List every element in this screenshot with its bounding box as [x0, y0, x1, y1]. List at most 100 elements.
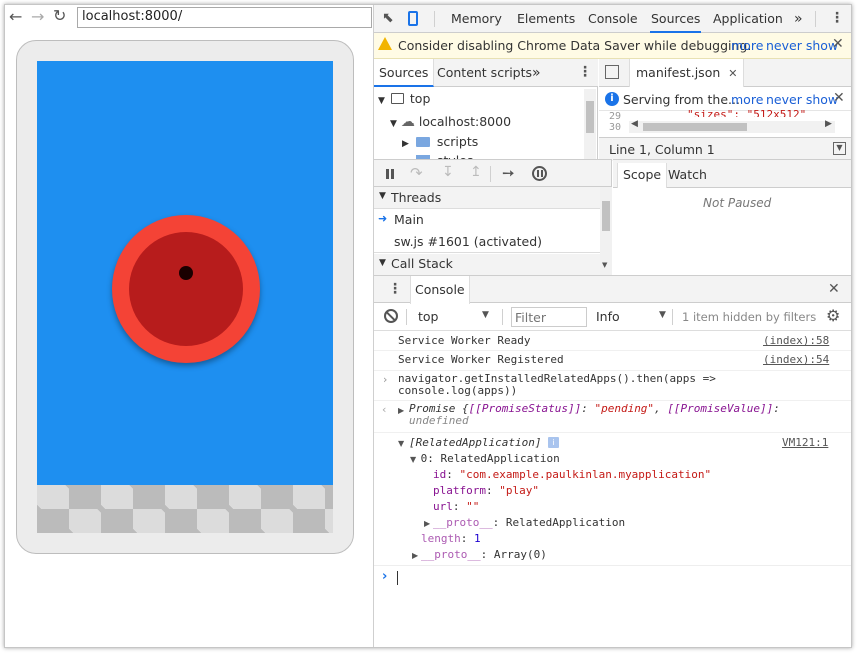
prop-proto-2[interactable]: __proto__: Array(0): [421, 548, 547, 561]
tab-sources[interactable]: Sources: [650, 5, 702, 33]
navigator-scrollbar[interactable]: [584, 89, 596, 159]
console-output: Service Worker Ready (index):58 Service …: [374, 331, 851, 647]
forward-icon[interactable]: →: [31, 7, 44, 26]
tab-elements[interactable]: Elements: [517, 5, 575, 33]
collapse-icon[interactable]: ▼: [398, 439, 404, 448]
message-source-link[interactable]: (index):58: [763, 334, 829, 347]
tab-watch[interactable]: Watch: [668, 163, 707, 187]
editor-infobar: i Serving from the... more never show ✕: [599, 87, 851, 111]
input-chevron-icon: ›: [383, 373, 388, 386]
kebab-menu-icon[interactable]: ⋮: [830, 10, 844, 26]
tab-scope[interactable]: Scope: [617, 163, 668, 188]
tree-top[interactable]: ▼ top: [378, 91, 430, 106]
navigator-tabs: Sources Content scripts » ⋮: [374, 59, 598, 87]
item-0-label[interactable]: 00: RelatedApplication: [420, 452, 560, 465]
back-icon[interactable]: ←: [9, 7, 22, 26]
horizontal-scrollbar[interactable]: ◀ ▶: [629, 119, 835, 133]
sidebar-sections: ▼ Threads ➜ Main sw.js #1601 (activated)…: [374, 187, 612, 275]
record-button-disc: [129, 232, 243, 346]
thread-main[interactable]: ➜ Main: [374, 209, 600, 231]
threads-header[interactable]: ▼ Threads: [374, 187, 600, 209]
level-selector[interactable]: Info: [596, 309, 620, 324]
tree-top-label: top: [409, 91, 431, 106]
tab-sources-nav[interactable]: Sources: [374, 59, 435, 87]
level-dropdown-icon[interactable]: ▼: [659, 310, 666, 320]
tree-scripts[interactable]: ▶ scripts: [402, 134, 478, 149]
close-icon[interactable]: ✕: [832, 36, 844, 52]
tree-host-label: localhost:8000: [418, 114, 512, 129]
reload-icon[interactable]: ↻: [53, 6, 66, 25]
result-chevron-icon: ‹: [382, 403, 387, 416]
filter-input[interactable]: [511, 307, 587, 327]
device-toolbar-icon[interactable]: [408, 11, 418, 26]
call-stack-header[interactable]: ▼ Call Stack: [374, 254, 600, 275]
tree-host[interactable]: ▼ ☁ localhost:8000: [390, 114, 511, 130]
tab-console[interactable]: Console: [588, 5, 638, 33]
warning-never-show-link[interactable]: never show: [766, 38, 838, 53]
prop-length: length: 1: [421, 532, 481, 545]
coverage-icon[interactable]: ▼: [833, 142, 846, 155]
browser-toolbar: ← → ↻ localhost:8000/: [5, 5, 373, 31]
warning-more-link[interactable]: more: [731, 38, 763, 53]
editor-pane: manifest.json ✕ i Serving from the... mo…: [599, 59, 851, 161]
console-prompt[interactable]: ›: [374, 567, 851, 589]
tab-manifest-json[interactable]: manifest.json ✕: [629, 59, 745, 87]
address-bar[interactable]: localhost:8000/: [77, 7, 372, 28]
step-into-icon[interactable]: ↧: [442, 164, 454, 180]
array-label[interactable]: [RelatedApplication]: [409, 436, 541, 449]
console-toolbar: top ▼ Info ▼ 1 item hidden by filters ⚙: [374, 303, 851, 331]
message-source-link[interactable]: (index):54: [763, 353, 829, 366]
array-source-link[interactable]: VM121:1: [782, 436, 828, 449]
step-over-icon[interactable]: ↷: [410, 164, 423, 182]
expand-icon[interactable]: ▶: [398, 406, 404, 415]
settings-gear-icon[interactable]: ⚙: [826, 306, 840, 325]
thread-sw[interactable]: sw.js #1601 (activated): [374, 231, 600, 253]
tab-application[interactable]: Application: [713, 5, 783, 33]
tab-memory[interactable]: Memory: [451, 5, 502, 33]
drawer-tab-console[interactable]: Console: [410, 276, 470, 304]
tab-content-scripts[interactable]: Content scripts: [437, 59, 532, 87]
not-paused-label: Not Paused: [703, 196, 772, 210]
pause-icon[interactable]: [391, 169, 394, 179]
step-out-icon[interactable]: ↥: [470, 164, 482, 180]
info-never-show-link[interactable]: never show: [766, 92, 838, 107]
devtools: ⬉ Memory Elements Console Sources Applic…: [373, 5, 851, 647]
toggle-navigator-icon[interactable]: [605, 65, 619, 79]
inspect-element-icon[interactable]: ⬉: [382, 10, 394, 26]
folder-icon: [415, 137, 430, 147]
console-result-promise[interactable]: ‹ ▶ Promise {[[PromiseStatus]]: "pending…: [374, 401, 851, 433]
prop-proto-1[interactable]: __proto__: RelatedApplication: [433, 516, 625, 529]
navigator-menu-icon[interactable]: ⋮: [578, 64, 592, 80]
context-dropdown-icon[interactable]: ▼: [482, 310, 489, 320]
data-saver-warning: Consider disabling Chrome Data Saver whi…: [374, 33, 851, 59]
cursor-position: Line 1, Column 1: [609, 142, 715, 157]
threads-label: Threads: [391, 190, 442, 205]
debugger-toolbar: ↷ ↧ ↥ ➙: [374, 159, 612, 187]
code-fragment: "sizes": "512x512": [687, 109, 807, 117]
navigator-pane: Sources Content scripts » ⋮ ▼ top ▼ ☁ lo…: [374, 59, 598, 159]
frame-icon: [390, 93, 404, 104]
info-more-link[interactable]: more: [731, 92, 763, 107]
info-text: Serving from the...: [623, 92, 740, 107]
editor-status-bar: Line 1, Column 1 ▼: [599, 137, 851, 161]
more-nav-tabs-icon[interactable]: »: [532, 59, 541, 87]
pause-on-exceptions-icon[interactable]: [532, 166, 547, 181]
prop-platform: platform: "play": [433, 484, 539, 497]
context-selector[interactable]: top: [418, 309, 438, 324]
expand-icon[interactable]: ▶: [412, 551, 418, 560]
thread-sw-label: sw.js #1601 (activated): [394, 234, 543, 249]
more-tabs-icon[interactable]: »: [794, 5, 803, 33]
warning-text: Consider disabling Chrome Data Saver whi…: [398, 38, 752, 53]
close-tab-icon[interactable]: ✕: [728, 67, 737, 80]
deactivate-breakpoints-icon[interactable]: ➙: [502, 164, 515, 182]
expand-icon[interactable]: ▶: [424, 519, 430, 528]
threads-scrollbar[interactable]: ▼: [600, 187, 612, 275]
editor-tabs: manifest.json ✕: [599, 59, 851, 87]
collapse-icon[interactable]: ▼: [410, 455, 416, 464]
cloud-icon: ☁: [400, 114, 415, 130]
record-dot-icon: [179, 266, 193, 280]
drawer-menu-icon[interactable]: ⋮: [388, 281, 402, 297]
close-icon[interactable]: ✕: [833, 90, 845, 106]
close-drawer-icon[interactable]: ✕: [828, 281, 840, 297]
clear-console-icon[interactable]: [384, 309, 398, 323]
